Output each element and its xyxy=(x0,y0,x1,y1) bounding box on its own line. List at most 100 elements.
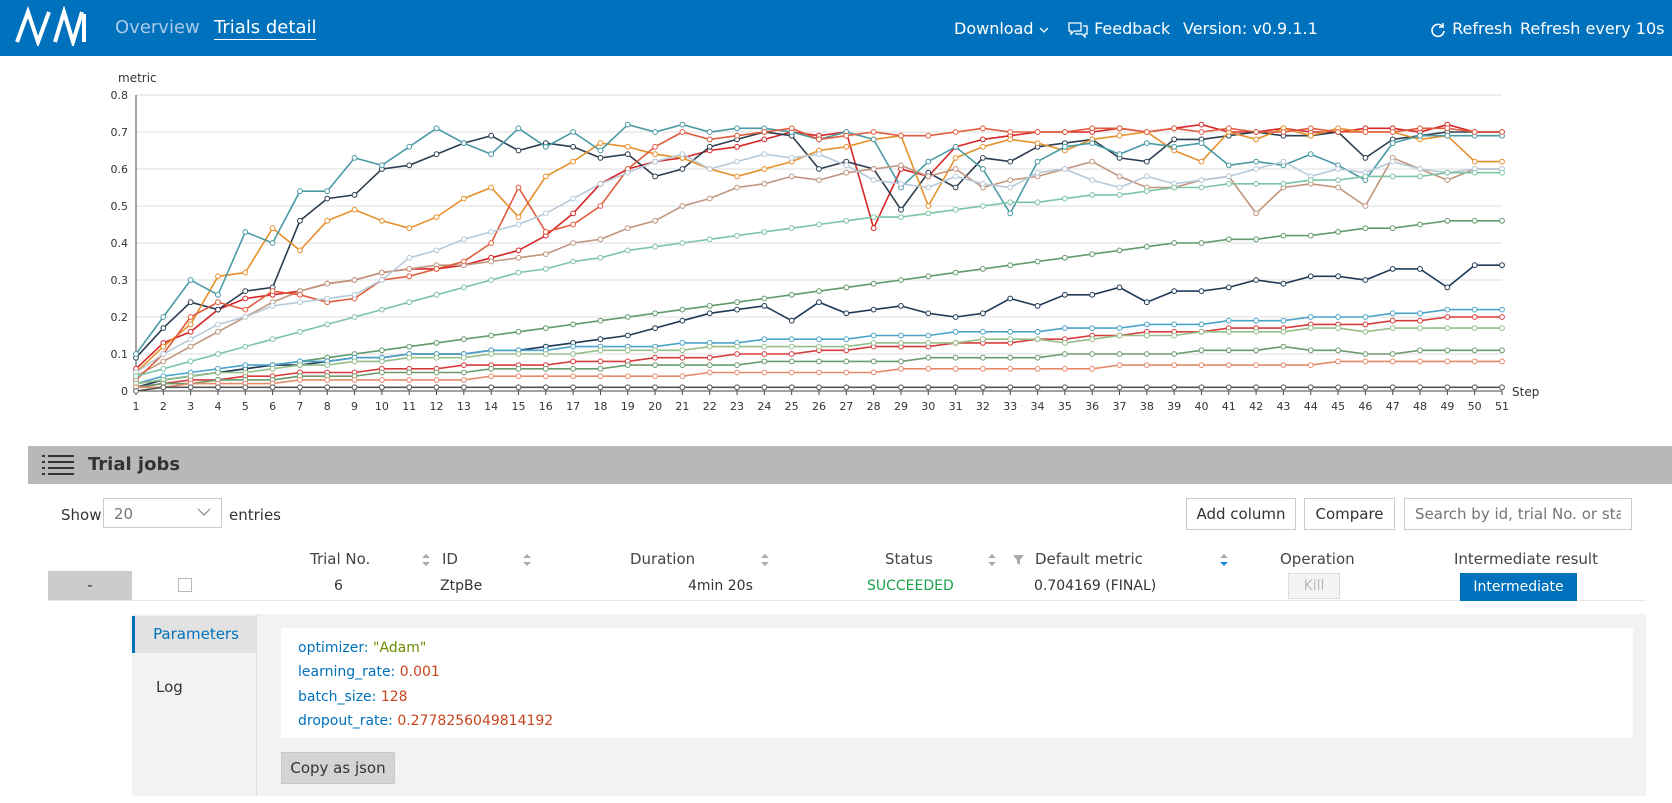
y-tick-label: 0.1 xyxy=(111,348,129,361)
row-checkbox[interactable] xyxy=(178,578,192,592)
trial-jobs-title: Trial jobs xyxy=(88,454,181,475)
data-point xyxy=(1034,199,1041,206)
intermediate-button[interactable]: Intermediate xyxy=(1460,573,1577,601)
data-point xyxy=(378,217,385,224)
tab-log[interactable]: Log xyxy=(156,678,183,696)
data-point xyxy=(788,369,795,376)
sort-icon[interactable] xyxy=(522,553,532,567)
col-id[interactable]: ID xyxy=(442,550,458,568)
data-point xyxy=(1499,347,1505,354)
data-point xyxy=(679,240,686,246)
data-point xyxy=(542,173,549,180)
data-point xyxy=(952,340,959,346)
data-point xyxy=(1171,184,1178,191)
data-point xyxy=(980,155,986,161)
data-point xyxy=(843,369,850,376)
search-input[interactable] xyxy=(1404,498,1632,530)
data-point xyxy=(952,166,959,172)
data-point xyxy=(460,354,467,361)
table-row[interactable] xyxy=(48,570,1646,601)
data-point xyxy=(1198,288,1205,295)
data-point xyxy=(460,362,467,369)
data-point xyxy=(406,343,413,350)
sort-icon[interactable] xyxy=(421,553,431,567)
refresh-button[interactable]: Refresh xyxy=(1429,19,1513,39)
data-point xyxy=(597,317,604,324)
data-point xyxy=(898,303,904,309)
data-point xyxy=(1253,362,1260,369)
data-point xyxy=(215,351,221,357)
data-point xyxy=(1116,332,1123,339)
col-duration[interactable]: Duration xyxy=(630,550,695,568)
copy-as-json-button[interactable]: Copy as json xyxy=(281,752,395,784)
data-point xyxy=(460,195,467,202)
x-tick-label: 10 xyxy=(375,400,389,413)
data-point xyxy=(324,362,331,369)
data-point xyxy=(1225,362,1232,369)
data-point xyxy=(679,166,686,172)
data-point xyxy=(1307,347,1314,354)
filter-icon[interactable] xyxy=(1012,554,1025,566)
data-point xyxy=(406,143,413,150)
param-row: optimizer: "Adam" xyxy=(298,640,426,656)
data-point xyxy=(1471,358,1478,365)
data-point xyxy=(1362,321,1369,328)
data-point xyxy=(1061,195,1068,202)
data-point xyxy=(1143,188,1150,195)
entries-select[interactable]: 20 xyxy=(103,498,222,528)
data-point xyxy=(1089,291,1096,298)
collapse-row-toggle[interactable]: - xyxy=(48,571,132,600)
cell-duration: 4min 20s xyxy=(688,578,753,594)
compare-button[interactable]: Compare xyxy=(1304,498,1395,530)
col-status[interactable]: Status xyxy=(885,550,933,568)
data-point xyxy=(351,314,358,320)
data-point xyxy=(706,236,713,243)
sort-icon[interactable] xyxy=(760,553,770,567)
kill-button[interactable]: Kill xyxy=(1288,573,1340,599)
x-tick-label: 51 xyxy=(1495,400,1509,413)
data-point xyxy=(1171,362,1178,369)
nav-trials-detail[interactable]: Trials detail xyxy=(214,17,317,40)
data-point xyxy=(542,373,549,380)
x-axis-label: Step xyxy=(1512,385,1539,399)
data-point xyxy=(1171,125,1178,132)
data-point xyxy=(788,343,795,350)
col-trial-no[interactable]: Trial No. xyxy=(310,550,370,568)
data-point xyxy=(679,121,686,128)
data-point xyxy=(1171,384,1178,391)
data-point xyxy=(160,325,167,332)
tab-parameters[interactable]: Parameters xyxy=(132,616,257,653)
data-point xyxy=(816,166,822,172)
nni-logo[interactable] xyxy=(14,5,88,50)
data-point xyxy=(242,343,249,350)
data-point xyxy=(706,143,713,150)
data-point xyxy=(870,332,877,339)
data-point xyxy=(1389,129,1396,135)
data-point xyxy=(652,129,658,135)
data-point xyxy=(1171,332,1178,339)
data-point xyxy=(324,195,331,202)
refresh-label: Refresh xyxy=(1452,19,1513,38)
feedback-link[interactable]: Feedback xyxy=(1067,19,1170,39)
data-point xyxy=(378,358,385,365)
sort-icon[interactable] xyxy=(1219,553,1229,567)
data-point xyxy=(460,336,467,343)
data-point xyxy=(1171,240,1178,246)
sort-icon[interactable] xyxy=(987,553,997,567)
add-column-button[interactable]: Add column xyxy=(1186,498,1296,530)
data-point xyxy=(952,269,959,276)
nav-overview[interactable]: Overview xyxy=(115,17,200,38)
data-point xyxy=(816,136,822,143)
download-menu[interactable]: Download xyxy=(954,19,1049,38)
col-default-metric[interactable]: Default metric xyxy=(1035,550,1143,568)
data-point xyxy=(1253,180,1260,187)
data-point xyxy=(242,288,249,295)
data-point xyxy=(734,369,740,376)
refresh-interval-select[interactable]: Refresh every 10s xyxy=(1520,19,1665,38)
refresh-interval-label: Refresh every 10s xyxy=(1520,19,1665,38)
data-point xyxy=(1116,184,1123,191)
data-point xyxy=(788,336,795,343)
data-point xyxy=(1389,225,1396,232)
data-point xyxy=(351,155,358,161)
data-point xyxy=(980,365,986,372)
